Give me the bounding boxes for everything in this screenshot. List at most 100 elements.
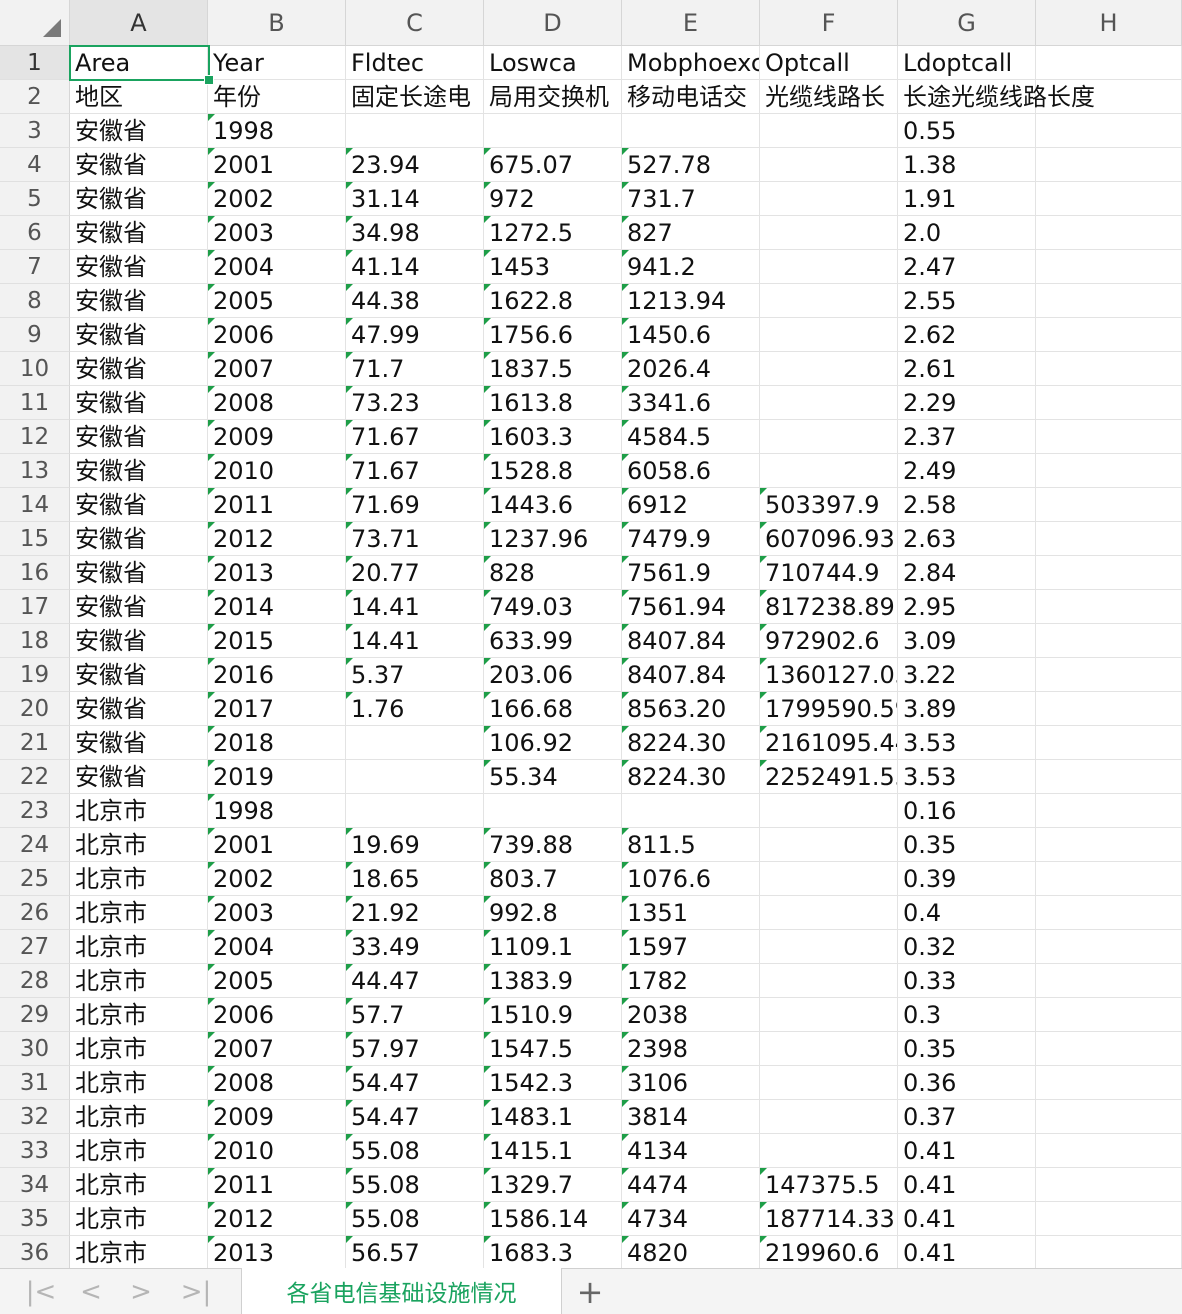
cell-e18[interactable]: 8407.84 (622, 624, 760, 658)
row-header[interactable]: 27 (0, 930, 70, 964)
cell-g24[interactable]: 0.35 (898, 828, 1036, 862)
cell-f31[interactable] (760, 1066, 898, 1100)
cell-c35[interactable]: 55.08 (346, 1202, 484, 1236)
cell-d18[interactable]: 633.99 (484, 624, 622, 658)
cell-b13[interactable]: 2010 (208, 454, 346, 488)
cell-c26[interactable]: 21.92 (346, 896, 484, 930)
cell-a35[interactable]: 北京市 (70, 1202, 208, 1236)
row-header[interactable]: 30 (0, 1032, 70, 1066)
cell-b23[interactable]: 1998 (208, 794, 346, 828)
cell-b30[interactable]: 2007 (208, 1032, 346, 1066)
cell-e3[interactable] (622, 114, 760, 148)
cell-c9[interactable]: 47.99 (346, 318, 484, 352)
row-header[interactable]: 31 (0, 1066, 70, 1100)
cell-d26[interactable]: 992.8 (484, 896, 622, 930)
cell-f36[interactable]: 219960.6 (760, 1236, 898, 1268)
cell-h32[interactable] (1036, 1100, 1182, 1134)
cell-g27[interactable]: 0.32 (898, 930, 1036, 964)
cell-c24[interactable]: 19.69 (346, 828, 484, 862)
cell-d25[interactable]: 803.7 (484, 862, 622, 896)
column-header-d[interactable]: D (484, 0, 622, 46)
cell-g34[interactable]: 0.41 (898, 1168, 1036, 1202)
cell-g29[interactable]: 0.3 (898, 998, 1036, 1032)
cell-a7[interactable]: 安徽省 (70, 250, 208, 284)
row-header[interactable]: 24 (0, 828, 70, 862)
cell-c6[interactable]: 34.98 (346, 216, 484, 250)
prev-sheet-icon[interactable]: < (74, 1277, 108, 1307)
cell-g11[interactable]: 2.29 (898, 386, 1036, 420)
cell-c13[interactable]: 71.67 (346, 454, 484, 488)
row-header[interactable]: 1 (0, 46, 70, 80)
cell-g16[interactable]: 2.84 (898, 556, 1036, 590)
row-header[interactable]: 14 (0, 488, 70, 522)
cell-c18[interactable]: 14.41 (346, 624, 484, 658)
cell-e12[interactable]: 4584.5 (622, 420, 760, 454)
cell-h13[interactable] (1036, 454, 1182, 488)
cell-g7[interactable]: 2.47 (898, 250, 1036, 284)
cell-h29[interactable] (1036, 998, 1182, 1032)
cell-d33[interactable]: 1415.1 (484, 1134, 622, 1168)
cell-h9[interactable] (1036, 318, 1182, 352)
cell-b27[interactable]: 2004 (208, 930, 346, 964)
cell-b6[interactable]: 2003 (208, 216, 346, 250)
cell-d22[interactable]: 55.34 (484, 760, 622, 794)
cell-b21[interactable]: 2018 (208, 726, 346, 760)
cell-c29[interactable]: 57.7 (346, 998, 484, 1032)
cell-a4[interactable]: 安徽省 (70, 148, 208, 182)
cell-e35[interactable]: 4734 (622, 1202, 760, 1236)
cell-d2[interactable]: 局用交换机 (484, 80, 622, 114)
row-header[interactable]: 8 (0, 284, 70, 318)
cell-h35[interactable] (1036, 1202, 1182, 1236)
row-header[interactable]: 7 (0, 250, 70, 284)
cell-e9[interactable]: 1450.6 (622, 318, 760, 352)
cell-d36[interactable]: 1683.3 (484, 1236, 622, 1268)
cell-b28[interactable]: 2005 (208, 964, 346, 998)
cell-e15[interactable]: 7479.9 (622, 522, 760, 556)
cell-a18[interactable]: 安徽省 (70, 624, 208, 658)
cell-h11[interactable] (1036, 386, 1182, 420)
row-header[interactable]: 32 (0, 1100, 70, 1134)
cell-c2[interactable]: 固定长途电 (346, 80, 484, 114)
cell-f20[interactable]: 1799590.59 (760, 692, 898, 726)
cell-f1[interactable]: Optcall (760, 46, 898, 80)
cell-e6[interactable]: 827 (622, 216, 760, 250)
cell-g30[interactable]: 0.35 (898, 1032, 1036, 1066)
row-header[interactable]: 6 (0, 216, 70, 250)
cell-g33[interactable]: 0.41 (898, 1134, 1036, 1168)
cell-d31[interactable]: 1542.3 (484, 1066, 622, 1100)
cell-f5[interactable] (760, 182, 898, 216)
cell-a20[interactable]: 安徽省 (70, 692, 208, 726)
cell-g32[interactable]: 0.37 (898, 1100, 1036, 1134)
cell-d6[interactable]: 1272.5 (484, 216, 622, 250)
row-header[interactable]: 22 (0, 760, 70, 794)
cell-a17[interactable]: 安徽省 (70, 590, 208, 624)
cell-g28[interactable]: 0.33 (898, 964, 1036, 998)
cell-b35[interactable]: 2012 (208, 1202, 346, 1236)
cell-a24[interactable]: 北京市 (70, 828, 208, 862)
cell-e5[interactable]: 731.7 (622, 182, 760, 216)
cell-d27[interactable]: 1109.1 (484, 930, 622, 964)
cell-e27[interactable]: 1597 (622, 930, 760, 964)
cell-f6[interactable] (760, 216, 898, 250)
cell-d5[interactable]: 972 (484, 182, 622, 216)
cell-f27[interactable] (760, 930, 898, 964)
cell-h17[interactable] (1036, 590, 1182, 624)
cell-b16[interactable]: 2013 (208, 556, 346, 590)
cell-e24[interactable]: 811.5 (622, 828, 760, 862)
cell-a30[interactable]: 北京市 (70, 1032, 208, 1066)
cell-h14[interactable] (1036, 488, 1182, 522)
cell-e10[interactable]: 2026.4 (622, 352, 760, 386)
cell-b15[interactable]: 2012 (208, 522, 346, 556)
column-header-b[interactable]: B (208, 0, 346, 46)
cell-a2[interactable]: 地区 (70, 80, 208, 114)
row-header[interactable]: 4 (0, 148, 70, 182)
cell-g36[interactable]: 0.41 (898, 1236, 1036, 1268)
cell-h5[interactable] (1036, 182, 1182, 216)
row-header[interactable]: 18 (0, 624, 70, 658)
cell-f2[interactable]: 光缆线路长 (760, 80, 898, 114)
cell-f30[interactable] (760, 1032, 898, 1066)
cell-d7[interactable]: 1453 (484, 250, 622, 284)
cell-a8[interactable]: 安徽省 (70, 284, 208, 318)
row-header[interactable]: 29 (0, 998, 70, 1032)
cell-c28[interactable]: 44.47 (346, 964, 484, 998)
